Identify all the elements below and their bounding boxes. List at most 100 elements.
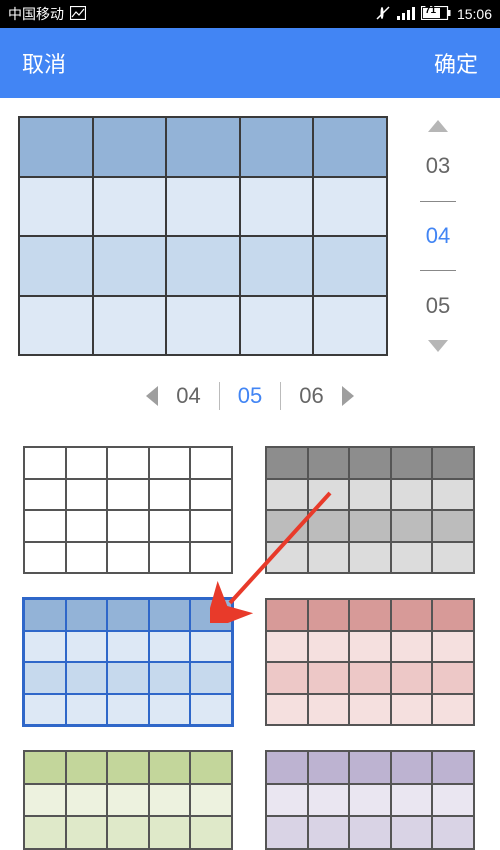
swatch-cell [308, 662, 350, 694]
swatch-cell [107, 599, 149, 631]
theme-swatch-white[interactable] [23, 446, 233, 574]
swatch-cell [391, 599, 433, 631]
swatch-cell [66, 784, 108, 817]
col-picker-prev[interactable]: 04 [176, 383, 200, 409]
swatch-cell [107, 751, 149, 784]
swatch-cell [107, 510, 149, 542]
swatch-cell [107, 662, 149, 694]
preview-cell [166, 117, 240, 177]
preview-cell [240, 117, 314, 177]
swatch-cell [308, 599, 350, 631]
mute-icon [375, 5, 391, 24]
swatch-cell [149, 751, 191, 784]
dialog-content: 03 04 05 04 05 06 [0, 98, 500, 850]
preview-cell [19, 177, 93, 237]
swatch-cell [266, 599, 308, 631]
swatch-cell [149, 662, 191, 694]
theme-swatch-red[interactable] [265, 598, 475, 726]
swatch-cell [66, 694, 108, 726]
confirm-button[interactable]: 确定 [434, 47, 478, 79]
swatch-cell [24, 447, 66, 479]
swatch-cell [24, 694, 66, 726]
signal-icon [397, 6, 415, 23]
swatch-cell [149, 784, 191, 817]
swatch-cell [391, 631, 433, 663]
chevron-left-icon[interactable] [146, 386, 158, 406]
swatch-cell [149, 816, 191, 849]
theme-swatch-purple[interactable] [265, 750, 475, 850]
swatch-cell [308, 510, 350, 542]
preview-cell [93, 236, 167, 296]
swatch-cell [266, 447, 308, 479]
swatch-cell [107, 447, 149, 479]
swatch-cell [308, 694, 350, 726]
swatch-cell [66, 510, 108, 542]
preview-cell [166, 236, 240, 296]
swatch-cell [432, 447, 474, 479]
swatch-cell [149, 599, 191, 631]
row-count-picker[interactable]: 03 04 05 [408, 116, 468, 356]
swatch-cell [266, 631, 308, 663]
status-right: 71 15:06 [375, 5, 492, 24]
swatch-cell [149, 447, 191, 479]
row-picker-next[interactable]: 05 [426, 289, 450, 323]
status-bar: 中国移动 71 15:06 [0, 0, 500, 28]
preview-cell [240, 236, 314, 296]
swatch-cell [391, 694, 433, 726]
chevron-up-icon[interactable] [428, 120, 448, 132]
swatch-cell [391, 447, 433, 479]
swatch-cell [432, 631, 474, 663]
swatch-cell [190, 510, 232, 542]
col-count-picker[interactable]: 04 05 06 [18, 376, 482, 416]
theme-swatch-gray[interactable] [265, 446, 475, 574]
swatch-cell [349, 784, 391, 817]
battery-icon: 71 [421, 6, 451, 23]
chevron-right-icon[interactable] [342, 386, 354, 406]
swatch-cell [66, 662, 108, 694]
carrier-label: 中国移动 [8, 4, 64, 24]
theme-swatch-blue[interactable] [23, 598, 233, 726]
swatch-cell [391, 816, 433, 849]
preview-cell [313, 117, 387, 177]
swatch-cell [107, 816, 149, 849]
swatch-cell [432, 751, 474, 784]
swatch-cell [66, 479, 108, 511]
theme-swatch-green[interactable] [23, 750, 233, 850]
row-picker-prev[interactable]: 03 [426, 149, 450, 183]
swatch-cell [391, 510, 433, 542]
swatch-cell [24, 479, 66, 511]
divider [280, 382, 281, 410]
swatch-cell [24, 542, 66, 574]
swatch-cell [349, 479, 391, 511]
divider [420, 201, 456, 202]
chevron-down-icon[interactable] [428, 340, 448, 352]
preview-cell [19, 296, 93, 356]
theme-palette [18, 416, 482, 850]
swatch-cell [432, 662, 474, 694]
preview-cell [93, 296, 167, 356]
divider [219, 382, 220, 410]
swatch-cell [266, 479, 308, 511]
swatch-cell [190, 751, 232, 784]
col-picker-next[interactable]: 06 [299, 383, 323, 409]
swatch-cell [432, 599, 474, 631]
swatch-cell [24, 662, 66, 694]
swatch-cell [349, 694, 391, 726]
swatch-cell [432, 784, 474, 817]
swatch-cell [266, 816, 308, 849]
swatch-cell [190, 784, 232, 817]
swatch-cell [349, 662, 391, 694]
swatch-cell [266, 694, 308, 726]
battery-percent: 71 [425, 5, 436, 16]
cancel-button[interactable]: 取消 [22, 47, 66, 79]
swatch-cell [308, 479, 350, 511]
col-picker-current[interactable]: 05 [238, 383, 262, 409]
preview-cell [93, 117, 167, 177]
image-icon [70, 6, 86, 23]
row-picker-current[interactable]: 04 [426, 219, 450, 253]
swatch-cell [391, 662, 433, 694]
swatch-cell [24, 751, 66, 784]
swatch-cell [349, 542, 391, 574]
swatch-cell [190, 542, 232, 574]
swatch-cell [107, 784, 149, 817]
